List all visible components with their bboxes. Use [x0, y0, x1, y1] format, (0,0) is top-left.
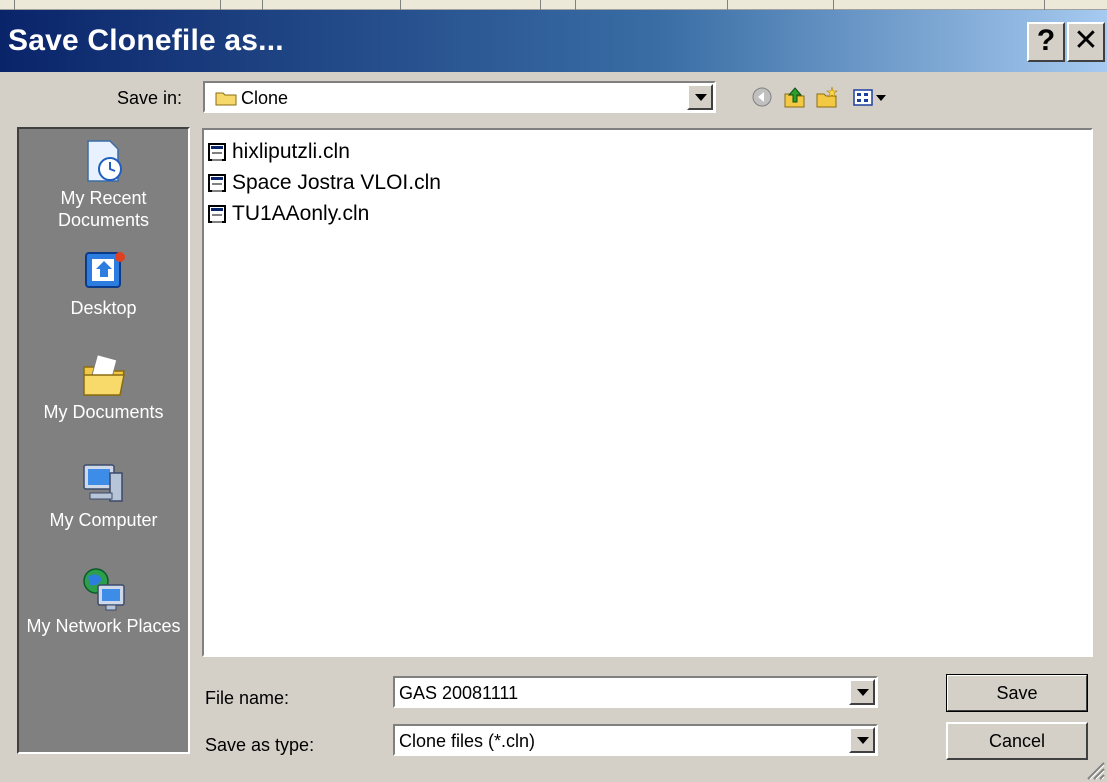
save-in-value: Clone — [241, 88, 289, 108]
file-name-label: File name: — [205, 688, 290, 708]
place-my-recent-documents[interactable]: My Recent Documents — [19, 137, 188, 231]
file-item-name: hixliputzli.cln — [232, 140, 350, 163]
folder-icon — [215, 92, 237, 106]
resize-grip-icon[interactable] — [1083, 758, 1105, 780]
save-as-type-dropdown[interactable]: Clone files (*.cln) — [393, 724, 878, 756]
background-app-strip — [0, 0, 1107, 10]
file-list[interactable]: hixliputzli.cln Space Jostra VLOI.cln TU… — [202, 128, 1093, 657]
save-as-type-label: Save as type: — [205, 735, 315, 755]
save-button[interactable]: Save — [946, 674, 1088, 712]
recent-documents-icon — [86, 140, 122, 182]
place-label: My Documents — [43, 402, 164, 422]
up-folder-icon[interactable] — [782, 86, 806, 108]
save-in-label: Save in: — [117, 88, 183, 108]
place-my-documents[interactable]: My Documents — [19, 351, 188, 423]
save-as-type-dropdown-arrow[interactable] — [849, 727, 875, 753]
save-as-type-value: Clone files (*.cln) — [399, 731, 536, 751]
file-name-field[interactable]: GAS 20081111 — [393, 676, 878, 708]
file-name-value: GAS 20081111 — [399, 683, 519, 703]
file-name-dropdown-arrow[interactable] — [849, 679, 875, 705]
clone-file-icon — [208, 174, 226, 193]
view-menu-icon[interactable] — [852, 86, 892, 108]
place-label: My Recent Documents — [57, 188, 150, 230]
places-bar: My Recent Documents Desktop My Documents… — [17, 127, 190, 754]
my-computer-icon — [82, 464, 123, 502]
clone-file-icon — [208, 205, 226, 224]
place-my-computer[interactable]: My Computer — [19, 459, 188, 531]
place-label: My Network Places — [26, 616, 181, 636]
place-my-network-places[interactable]: My Network Places — [19, 565, 188, 637]
title-bar[interactable]: Save Clonefile as... ? ✕ — [0, 10, 1107, 72]
file-item-name: TU1AAonly.cln — [232, 202, 370, 225]
back-icon[interactable] — [750, 86, 774, 108]
save-in-dropdown-arrow[interactable] — [687, 84, 713, 110]
clone-file-icon — [208, 143, 226, 162]
file-item[interactable]: TU1AAonly.cln — [208, 202, 369, 228]
place-label: Desktop — [70, 298, 137, 318]
window-title: Save Clonefile as... — [8, 24, 284, 57]
file-item[interactable]: Space Jostra VLOI.cln — [208, 171, 441, 197]
new-folder-icon[interactable] — [815, 86, 839, 108]
network-places-icon — [82, 568, 125, 611]
my-documents-icon — [82, 354, 125, 396]
file-item-name: Space Jostra VLOI.cln — [232, 171, 441, 194]
place-label: My Computer — [49, 510, 158, 530]
close-button[interactable]: ✕ — [1067, 22, 1105, 62]
save-in-dropdown[interactable]: Clone — [203, 81, 716, 113]
cancel-button[interactable]: Cancel — [946, 722, 1088, 760]
place-desktop[interactable]: Desktop — [19, 247, 188, 319]
desktop-icon — [84, 252, 125, 288]
help-button[interactable]: ? — [1027, 22, 1065, 62]
file-item[interactable]: hixliputzli.cln — [208, 140, 350, 166]
